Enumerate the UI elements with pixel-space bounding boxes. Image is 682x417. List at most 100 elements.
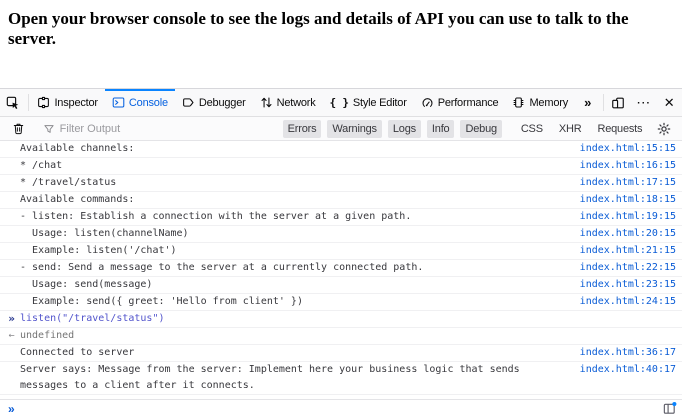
network-icon <box>260 96 273 109</box>
log-row: Available commands: index.html:18:15 <box>0 192 682 209</box>
log-message: Server says: Message from the server: Im… <box>0 362 570 394</box>
command-prompt-icon: » <box>5 311 18 327</box>
filter-funnel-icon <box>43 123 55 135</box>
performance-icon <box>421 96 434 109</box>
log-message: - send: Send a message to the server at … <box>0 260 570 276</box>
log-row: * /chat index.html:16:15 <box>0 158 682 175</box>
clear-console-button[interactable] <box>5 122 32 135</box>
tab-debugger[interactable]: Debugger <box>175 89 253 116</box>
log-message: Connected to server <box>0 345 570 361</box>
filter-input[interactable] <box>60 123 280 135</box>
log-message: Example: send({ greet: 'Hello from clien… <box>0 294 570 310</box>
source-link[interactable]: index.html:17:15 <box>580 175 676 191</box>
close-icon: ✕ <box>664 96 675 109</box>
log-message: Available channels: <box>0 141 570 157</box>
divider <box>28 94 29 111</box>
filter-errors-button[interactable]: Errors <box>283 120 322 138</box>
source-link[interactable]: index.html:19:15 <box>580 209 676 225</box>
filter-xhr-button[interactable]: XHR <box>553 120 588 138</box>
log-row: Available channels: index.html:15:15 <box>0 141 682 158</box>
log-message: * /chat <box>0 158 570 174</box>
console-toolbar: Errors Warnings Logs Info Debug CSS XHR … <box>0 117 682 141</box>
console-settings-button[interactable] <box>650 122 677 136</box>
result-arrow-icon: ← <box>5 328 18 344</box>
tab-network[interactable]: Network <box>253 89 323 116</box>
console-input-row: » <box>0 399 682 417</box>
input-prompt-icon: » <box>8 403 15 415</box>
style-editor-icon: { } <box>330 97 349 108</box>
console-icon <box>112 96 125 109</box>
tab-label: Debugger <box>199 97 246 109</box>
log-row: * /travel/status index.html:17:15 <box>0 175 682 192</box>
split-console-toggle-button[interactable] <box>662 401 677 416</box>
source-link[interactable]: index.html:20:15 <box>580 226 676 242</box>
log-message: Example: listen('/chat') <box>0 243 570 259</box>
filter-debug-button[interactable]: Debug <box>460 120 501 138</box>
responsive-design-icon <box>611 96 625 110</box>
command-row: » listen("/travel/status") <box>0 311 682 328</box>
debugger-icon <box>182 96 195 109</box>
source-link[interactable]: index.html:16:15 <box>580 158 676 174</box>
devtools-menu-button[interactable]: ⋯ <box>631 89 657 116</box>
responsive-design-mode-button[interactable] <box>605 89 631 116</box>
tab-memory[interactable]: Memory <box>505 89 575 116</box>
log-message: * /travel/status <box>0 175 570 191</box>
tab-inspector[interactable]: Inspector <box>30 89 104 116</box>
console-output[interactable]: Available channels: index.html:15:15 * /… <box>0 141 682 399</box>
devtools-tabbar: Inspector Console Debugger <box>0 89 682 117</box>
source-link[interactable]: index.html:36:17 <box>580 345 676 361</box>
log-row: - listen: Establish a connection with th… <box>0 209 682 226</box>
filter-input-wrap <box>37 123 280 135</box>
devtools-panel: Inspector Console Debugger <box>0 88 682 417</box>
source-link[interactable]: index.html:40:17 <box>580 362 676 378</box>
tab-label: Memory <box>529 97 568 109</box>
filter-warnings-button[interactable]: Warnings <box>327 120 381 138</box>
trash-icon <box>12 122 25 135</box>
tab-label: Style Editor <box>353 97 407 109</box>
source-link[interactable]: index.html:18:15 <box>580 192 676 208</box>
tab-label: Performance <box>438 97 499 109</box>
tab-style-editor[interactable]: { } Style Editor <box>323 89 414 116</box>
chevron-double-right-icon: » <box>584 95 591 110</box>
log-row: Example: listen('/chat') index.html:21:1… <box>0 243 682 260</box>
source-link[interactable]: index.html:15:15 <box>580 141 676 157</box>
log-row: - send: Send a message to the server at … <box>0 260 682 277</box>
log-message: Usage: send(message) <box>0 277 570 293</box>
tab-performance[interactable]: Performance <box>414 89 506 116</box>
close-devtools-button[interactable]: ✕ <box>656 89 682 116</box>
log-message: Available commands: <box>0 192 570 208</box>
source-link[interactable]: index.html:24:15 <box>580 294 676 310</box>
meatball-menu-icon: ⋯ <box>636 94 651 111</box>
log-message: - listen: Establish a connection with th… <box>0 209 570 225</box>
source-link[interactable]: index.html:23:15 <box>580 277 676 293</box>
log-message: Usage: listen(channelName) <box>0 226 570 242</box>
split-console-icon <box>662 401 677 416</box>
tab-label: Inspector <box>54 97 97 109</box>
divider <box>603 94 604 111</box>
result-text: undefined <box>0 328 676 344</box>
source-link[interactable]: index.html:21:15 <box>580 243 676 259</box>
inspector-icon <box>37 96 50 109</box>
log-row: Connected to server index.html:36:17 <box>0 345 682 362</box>
log-row: Example: send({ greet: 'Hello from clien… <box>0 294 682 311</box>
page-heading: Open your browser console to see the log… <box>0 0 682 49</box>
tabs-overflow-button[interactable]: » <box>575 89 601 116</box>
filter-requests-button[interactable]: Requests <box>591 120 648 138</box>
pick-element-button[interactable] <box>0 89 26 116</box>
command-text: listen("/travel/status") <box>0 311 676 327</box>
log-row: Usage: send(message) index.html:23:15 <box>0 277 682 294</box>
tab-console[interactable]: Console <box>105 89 175 116</box>
tab-label: Network <box>277 97 316 109</box>
pick-element-icon <box>6 96 20 110</box>
filter-info-button[interactable]: Info <box>427 120 455 138</box>
log-row: Server says: Message from the server: Im… <box>0 362 682 395</box>
memory-icon <box>512 96 525 109</box>
gear-icon <box>657 122 671 136</box>
console-input[interactable] <box>23 403 662 414</box>
log-row: Usage: listen(channelName) index.html:20… <box>0 226 682 243</box>
filter-css-button[interactable]: CSS <box>515 120 549 138</box>
filter-logs-button[interactable]: Logs <box>388 120 421 138</box>
source-link[interactable]: index.html:22:15 <box>580 260 676 276</box>
tab-label: Console <box>129 97 168 109</box>
result-row: ← undefined <box>0 328 682 345</box>
